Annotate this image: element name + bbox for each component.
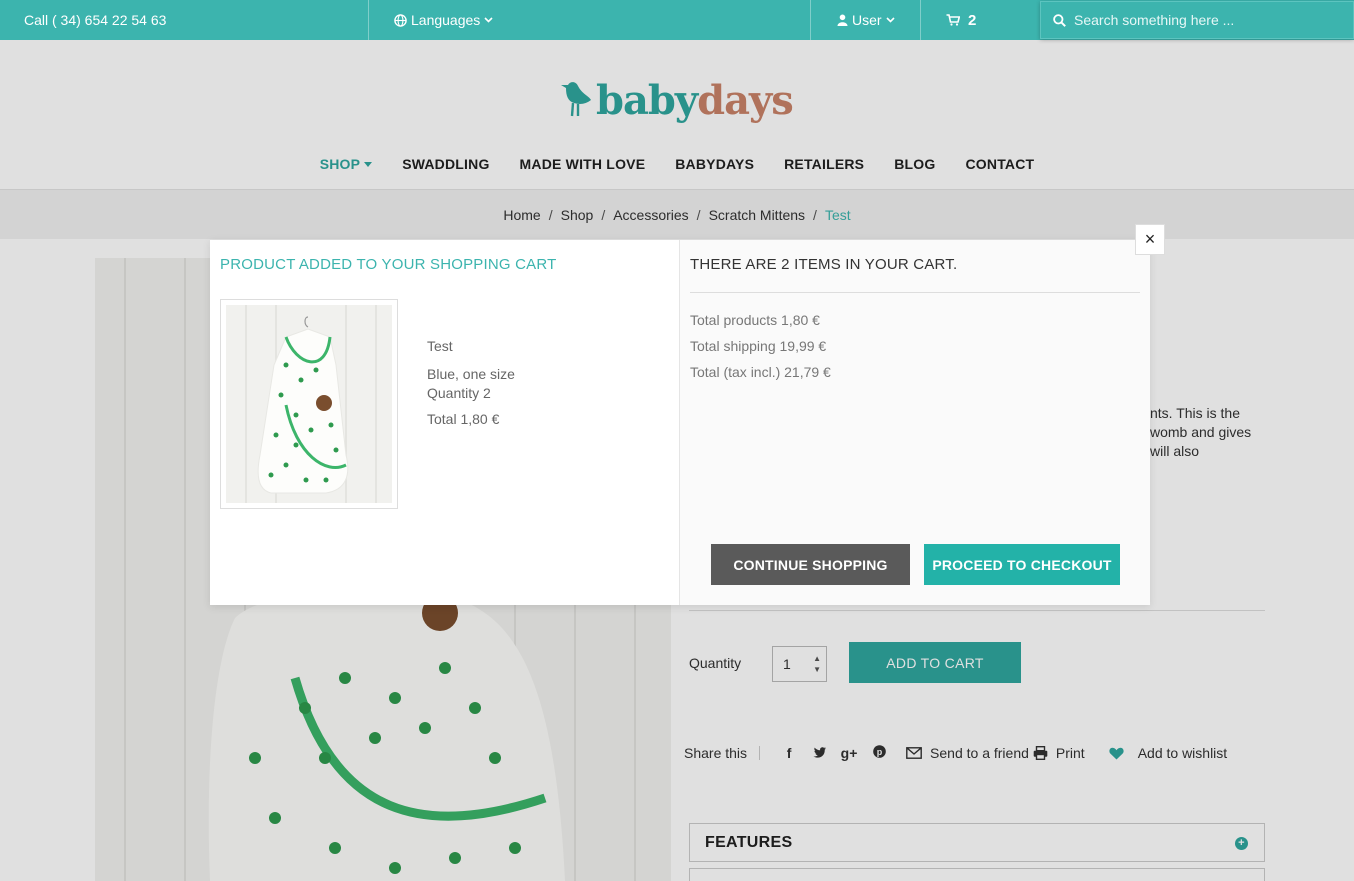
- add-to-cart-modal: PRODUCT ADDED TO YOUR SHOPPING CART Test…: [210, 240, 1150, 605]
- cart-count: 2: [968, 11, 977, 29]
- phone-number: Call ( 34) 654 22 54 63: [24, 12, 167, 28]
- modal-product-quantity: Quantity 2: [427, 385, 491, 401]
- modal-title: PRODUCT ADDED TO YOUR SHOPPING CART: [220, 256, 557, 273]
- search-icon[interactable]: [1053, 13, 1066, 27]
- cart-button[interactable]: 2: [946, 0, 976, 40]
- topbar-divider: [810, 0, 811, 40]
- chevron-down-icon: [885, 17, 895, 23]
- thumbnail-photo: [226, 305, 392, 503]
- search-input[interactable]: [1074, 12, 1334, 28]
- product-thumbnail: [220, 299, 398, 509]
- modal-product-panel: PRODUCT ADDED TO YOUR SHOPPING CART Test…: [210, 240, 680, 605]
- topbar-divider: [368, 0, 369, 40]
- chevron-down-icon: [484, 17, 493, 23]
- cart-divider: [690, 292, 1140, 293]
- modal-cart-panel: THERE ARE 2 ITEMS IN YOUR CART. Total pr…: [680, 240, 1150, 605]
- globe-icon: [394, 13, 407, 27]
- top-bar: Call ( 34) 654 22 54 63 Languages User 2: [0, 0, 1354, 40]
- proceed-to-checkout-button[interactable]: PROCEED TO CHECKOUT: [924, 544, 1120, 585]
- languages-dropdown[interactable]: Languages: [394, 0, 493, 40]
- user-icon: [837, 14, 848, 26]
- continue-shopping-button[interactable]: CONTINUE SHOPPING: [711, 544, 910, 585]
- total-products: Total products 1,80 €: [690, 312, 820, 328]
- close-icon[interactable]: ×: [1135, 224, 1165, 255]
- user-label: User: [852, 12, 882, 28]
- total-tax-incl: Total (tax incl.) 21,79 €: [690, 364, 831, 380]
- cart-summary-title: THERE ARE 2 ITEMS IN YOUR CART.: [690, 256, 958, 273]
- user-dropdown[interactable]: User: [837, 0, 895, 40]
- modal-product-attributes: Blue, one size: [427, 366, 515, 382]
- cart-icon: [946, 14, 960, 26]
- total-shipping: Total shipping 19,99 €: [690, 338, 827, 354]
- topbar-divider: [920, 0, 921, 40]
- search-box: [1040, 1, 1354, 39]
- languages-label: Languages: [411, 12, 481, 28]
- modal-product-name: Test: [427, 338, 453, 354]
- modal-product-total: Total 1,80 €: [427, 411, 500, 427]
